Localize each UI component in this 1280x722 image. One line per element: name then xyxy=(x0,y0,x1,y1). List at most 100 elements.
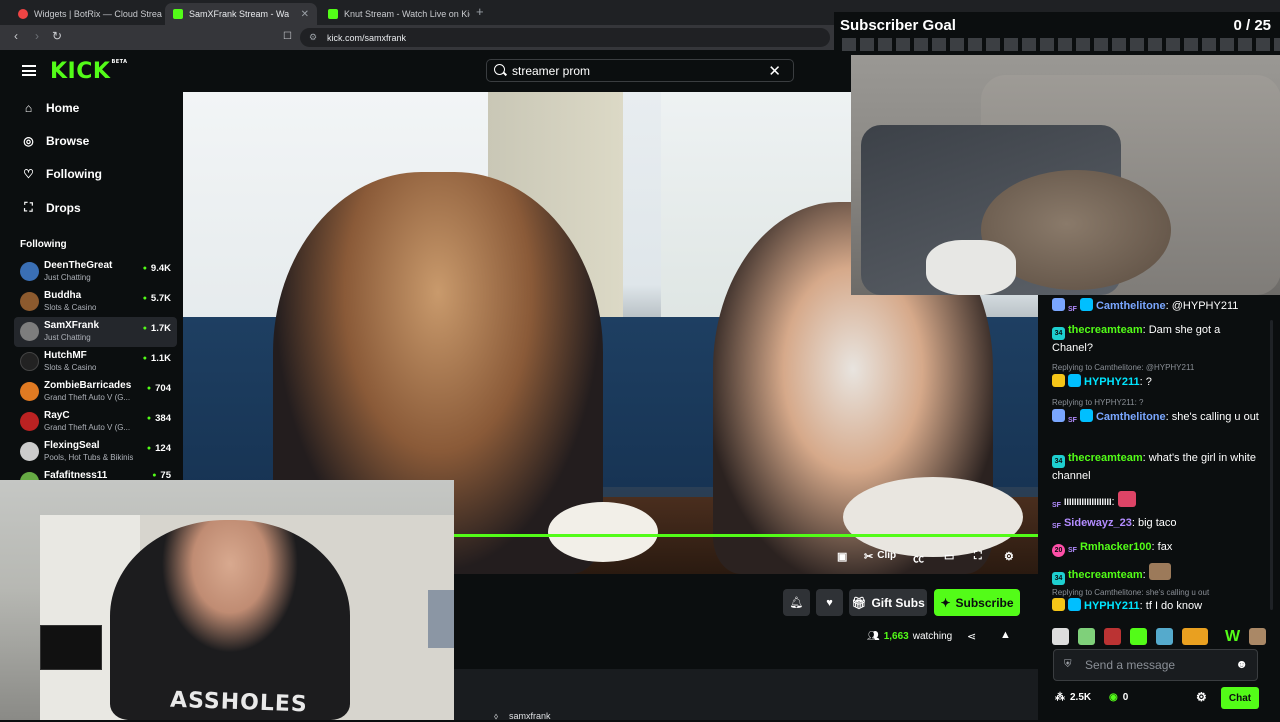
chat-message: SF Sidewayz_23: big taco xyxy=(1052,515,1262,533)
webcam-scene-monitor xyxy=(40,625,102,670)
channel-name: FlexingSeal xyxy=(44,440,100,451)
followed-channel[interactable]: RayC Grand Theft Auto V (G... 384 xyxy=(14,407,177,437)
emote-icon[interactable] xyxy=(1104,628,1121,645)
report-flag-icon[interactable]: ▲ xyxy=(1000,629,1011,641)
channel-name: ZombieBarricades xyxy=(44,380,132,391)
notifications-button[interactable]: 🔔︎ xyxy=(783,589,810,616)
chat-input-placeholder: Send a message xyxy=(1085,658,1176,672)
browser-tab-samxfrank[interactable]: SamXFrank Stream - Watch Live on Kick ✕ xyxy=(165,3,317,25)
followed-channel[interactable]: FlexingSeal Pools, Hot Tubs & Bikinis 12… xyxy=(14,437,177,467)
search-input[interactable]: streamer prom ✕ xyxy=(486,59,794,82)
emote-icon[interactable] xyxy=(1249,628,1267,645)
emote-icon[interactable] xyxy=(1156,628,1173,645)
url-text: kick.com/samxfrank xyxy=(327,32,407,43)
emote-icon[interactable] xyxy=(1182,628,1208,645)
sf-badge: SF xyxy=(1068,547,1077,554)
followed-channel[interactable]: Buddha Slots & Casino 5.7K xyxy=(14,287,177,317)
new-tab-button[interactable]: + xyxy=(476,4,484,19)
share-icon[interactable]: ⋖ xyxy=(967,630,976,643)
search-value: streamer prom xyxy=(512,63,591,78)
send-chat-button[interactable]: Chat xyxy=(1221,687,1259,709)
goal-segment xyxy=(1274,38,1280,51)
sidebar-item-home[interactable]: ⌂ Home xyxy=(22,101,79,115)
subscribe-button[interactable]: ✦ Subscribe xyxy=(934,589,1020,616)
verified-badge-icon xyxy=(1068,598,1081,611)
followers-display[interactable]: ⁂ 2.5K xyxy=(1055,692,1091,703)
chat-username[interactable]: thecreamteam xyxy=(1068,452,1143,464)
settings-gear-icon[interactable]: ⚙ xyxy=(1004,550,1014,563)
site-info-icon[interactable]: ⚙ xyxy=(309,32,317,43)
chat-username[interactable]: Rmhacker100 xyxy=(1080,541,1152,553)
subscribe-label: Subscribe xyxy=(955,595,1014,610)
tab-label: SamXFrank Stream - Watch Live on Kick xyxy=(189,9,289,19)
url-field[interactable]: ⚙ kick.com/samxfrank xyxy=(300,28,830,47)
goal-segment xyxy=(914,38,928,51)
bookmark-icon[interactable]: ☐ xyxy=(283,31,292,42)
follow-button[interactable]: ♥ xyxy=(816,589,843,616)
chat-scrollbar[interactable] xyxy=(1270,320,1273,610)
sidebar-item-browse[interactable]: ◎ Browse xyxy=(22,134,89,148)
followed-channel[interactable]: HutchMF Slots & Casino 1.1K xyxy=(14,347,177,377)
sidebar-item-drops[interactable]: ⛶ Drops xyxy=(22,200,80,215)
w-emote-icon[interactable]: W xyxy=(1225,628,1240,645)
emote-icon[interactable] xyxy=(1052,628,1069,645)
goal-segment xyxy=(1112,38,1126,51)
reply-context[interactable]: Replying to Camthelitone: she's calling … xyxy=(1052,588,1209,597)
back-arrow-icon[interactable]: ‹ xyxy=(14,29,18,43)
chat-username[interactable]: IIIIIIIIIIIIIIIIIII xyxy=(1064,497,1112,507)
chat-username[interactable]: Camthelitone xyxy=(1096,411,1166,423)
chat-username[interactable]: HYPHY211 xyxy=(1084,600,1140,612)
forward-arrow-icon[interactable]: › xyxy=(35,29,39,43)
chat-username[interactable]: Camthelitone xyxy=(1096,300,1166,312)
sidebar-item-following[interactable]: ♡ Following xyxy=(22,167,102,181)
verified-badge-icon xyxy=(1079,409,1093,422)
clip-button[interactable]: ✂ Clip xyxy=(864,550,896,563)
fullscreen-icon[interactable]: ⛶ xyxy=(974,550,982,563)
followed-channel[interactable]: Fafafitness11 75 xyxy=(14,467,177,480)
goal-segment xyxy=(1256,38,1270,51)
chat-message-input[interactable]: ⛨ Send a message ☻ xyxy=(1053,649,1258,681)
video-progress-bar[interactable] xyxy=(454,534,1038,537)
emote-icon[interactable] xyxy=(1078,628,1095,645)
captions-icon[interactable]: ㏄ xyxy=(913,550,924,566)
reply-context[interactable]: Replying to Camthelitone: @HYPHY211 xyxy=(1052,363,1194,372)
close-tab-icon[interactable]: ✕ xyxy=(301,9,309,20)
followers-icon: ⁂ xyxy=(1055,692,1065,703)
emote-icon[interactable] xyxy=(1130,628,1147,645)
theater-mode-icon[interactable]: ▣ xyxy=(837,550,847,563)
browser-tab-knut[interactable]: Knut Stream - Watch Live on Kick xyxy=(320,3,470,25)
avatar xyxy=(20,292,39,311)
chat-text: @HYPHY211 xyxy=(1171,300,1239,312)
followed-channel[interactable]: DeenTheGreat Just Chatting 9.4K xyxy=(14,257,177,287)
hamburger-menu-icon[interactable] xyxy=(22,65,36,76)
clear-search-icon[interactable]: ✕ xyxy=(768,62,781,80)
chat-username[interactable]: thecreamteam xyxy=(1068,324,1143,336)
followed-channel-selected[interactable]: SamXFrank Just Chatting 1.7K xyxy=(14,317,177,347)
goal-segment xyxy=(1130,38,1144,51)
chat-username[interactable]: HYPHY211 xyxy=(1084,376,1140,388)
reload-icon[interactable]: ↻ xyxy=(52,29,62,43)
chat-settings-gear-icon[interactable]: ⚙ xyxy=(1196,690,1207,704)
viewer-count: 1.7K xyxy=(143,323,171,334)
mini-player-icon[interactable]: ▭ xyxy=(944,550,954,563)
gift-subs-button[interactable]: 🎁︎ Gift Subs xyxy=(849,589,927,616)
channel-points-display[interactable]: ◉ 0 xyxy=(1109,692,1128,703)
sf-badge: SF xyxy=(1052,502,1061,509)
botrix-favicon-icon xyxy=(18,9,28,19)
followed-channel[interactable]: ZombieBarricades Grand Theft Auto V (G..… xyxy=(14,377,177,407)
reply-context[interactable]: Replying to HYPHY211: ? xyxy=(1052,398,1143,407)
emote-icon xyxy=(1148,563,1171,580)
channel-category: Just Chatting xyxy=(44,273,91,282)
chat-username[interactable]: Sidewayz_23 xyxy=(1064,517,1132,529)
emoji-picker-icon[interactable]: ☻ xyxy=(1235,657,1248,671)
compass-icon: ◎ xyxy=(23,134,34,148)
viewer-count: 75 xyxy=(152,470,171,480)
browser-tab-botrix[interactable]: Widgets | BotRix — Cloud Streaming xyxy=(10,3,162,25)
channel-name: HutchMF xyxy=(44,350,87,361)
kick-logo[interactable]: KICKBETA xyxy=(50,59,128,84)
chat-username[interactable]: thecreamteam xyxy=(1068,569,1143,581)
goal-segment xyxy=(950,38,964,51)
watching-count: 1,663 xyxy=(883,631,909,642)
sf-badge: SF xyxy=(1068,306,1077,313)
chat-message: 34 thecreamteam: Dam she got a Chanel? xyxy=(1052,324,1221,354)
